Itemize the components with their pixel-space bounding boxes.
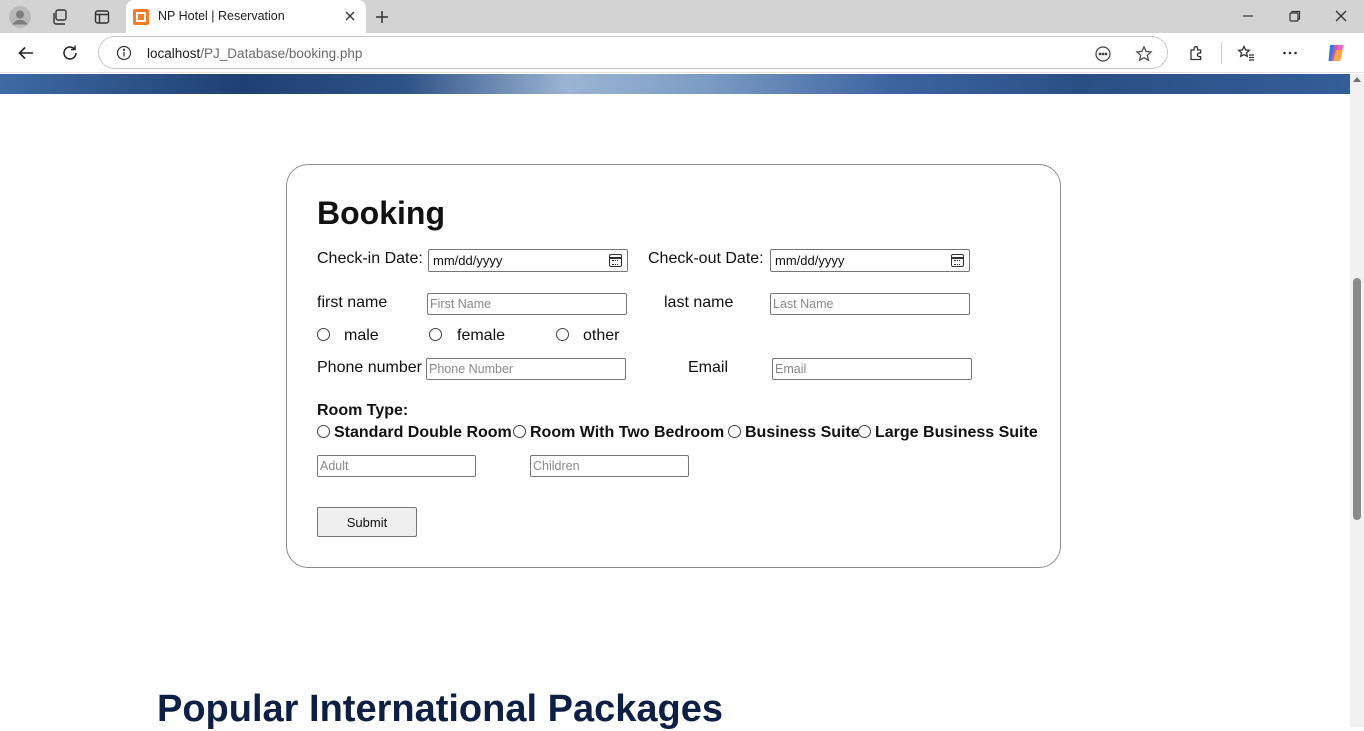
last-name-label: last name: [664, 294, 734, 311]
adult-input[interactable]: [317, 455, 476, 477]
calendar-icon[interactable]: [609, 254, 622, 267]
gender-female-radio[interactable]: [429, 328, 442, 341]
copilot-icon[interactable]: [1322, 39, 1350, 67]
more-icon[interactable]: [1276, 39, 1304, 67]
checkin-label: Check-in Date:: [317, 250, 423, 267]
room-business-suite-label: Business Suite: [745, 424, 860, 441]
submit-button[interactable]: Submit: [317, 507, 417, 537]
read-aloud-icon[interactable]: [1092, 43, 1114, 65]
toolbar-divider: [1221, 42, 1222, 64]
url-path: /PJ_Database/booking.php: [200, 46, 363, 61]
address-bar[interactable]: localhost/PJ_Database/booking.php: [98, 36, 1168, 69]
tab-active[interactable]: NP Hotel | Reservation: [126, 0, 366, 33]
first-name-input[interactable]: [427, 293, 627, 315]
restore-icon[interactable]: [1280, 4, 1310, 28]
checkout-date-value: mm/dd/yyyy: [775, 253, 845, 268]
window-close-icon[interactable]: [1326, 4, 1356, 28]
room-standard-double-label: Standard Double Room: [334, 424, 512, 441]
url-host: localhost: [147, 46, 201, 61]
hero-image-strip: [0, 74, 1350, 94]
close-icon[interactable]: [340, 6, 360, 26]
favorite-star-icon[interactable]: [1133, 43, 1155, 65]
tab-actions-icon[interactable]: [90, 5, 114, 29]
room-business-suite-radio[interactable]: [728, 425, 741, 438]
checkin-date-input[interactable]: mm/dd/yyyy: [428, 249, 628, 272]
packages-section-heading: Popular International Packages: [157, 688, 723, 730]
checkin-date-value: mm/dd/yyyy: [433, 253, 503, 268]
scrollbar-thumb[interactable]: [1353, 278, 1361, 520]
profile-icon[interactable]: [8, 5, 32, 29]
phone-input[interactable]: [426, 358, 626, 380]
gender-female-label: female: [457, 327, 506, 344]
tab-title: NP Hotel | Reservation: [158, 9, 285, 23]
favorites-icon[interactable]: [1232, 39, 1260, 67]
back-icon[interactable]: [12, 39, 40, 67]
room-two-bedroom-radio[interactable]: [513, 425, 526, 438]
children-input[interactable]: [530, 455, 689, 477]
email-label: Email: [688, 359, 729, 376]
checkout-date-input[interactable]: mm/dd/yyyy: [770, 249, 970, 272]
extensions-icon[interactable]: [1183, 39, 1211, 67]
minimize-icon[interactable]: [1233, 4, 1263, 28]
browser-toolbar: localhost/PJ_Database/booking.php: [0, 33, 1364, 73]
room-type-label: Room Type:: [317, 402, 409, 419]
first-name-label: first name: [317, 294, 388, 311]
room-large-business-suite-label: Large Business Suite: [875, 424, 1038, 441]
site-favicon-icon: [133, 9, 149, 25]
phone-label: Phone number: [317, 359, 422, 376]
refresh-icon[interactable]: [56, 39, 84, 67]
room-two-bedroom-label: Room With Two Bedroom: [530, 424, 725, 441]
browser-tab-bar: NP Hotel | Reservation: [0, 0, 1364, 33]
room-large-business-suite-radio[interactable]: [858, 425, 871, 438]
url-text[interactable]: localhost/PJ_Database/booking.php: [147, 46, 362, 61]
gender-male-label: male: [344, 327, 379, 344]
checkout-label: Check-out Date:: [648, 250, 764, 267]
gender-other-radio[interactable]: [556, 328, 569, 341]
room-standard-double-radio[interactable]: [317, 425, 330, 438]
gender-other-label: other: [583, 327, 620, 344]
plus-icon[interactable]: [370, 5, 394, 29]
workspaces-icon[interactable]: [48, 5, 72, 29]
booking-title: Booking: [317, 195, 445, 231]
scroll-up-arrow-icon[interactable]: [1353, 77, 1361, 82]
info-icon[interactable]: [115, 44, 133, 62]
gender-male-radio[interactable]: [317, 328, 330, 341]
last-name-input[interactable]: [770, 293, 970, 315]
page-scrollbar[interactable]: [1350, 74, 1364, 727]
calendar-icon[interactable]: [951, 254, 964, 267]
email-input[interactable]: [772, 358, 972, 380]
